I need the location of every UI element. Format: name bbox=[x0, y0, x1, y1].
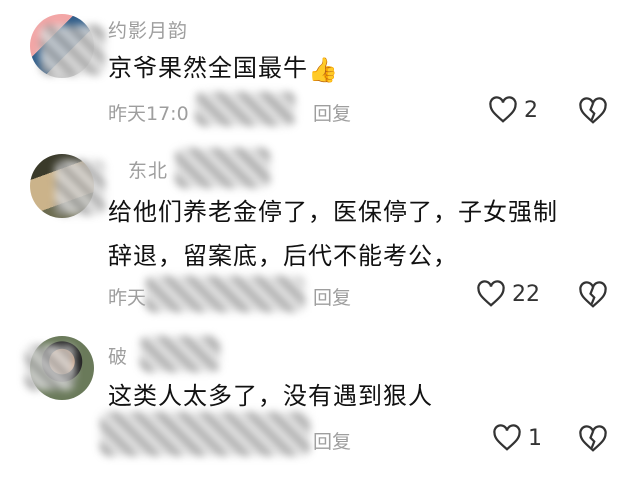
comment-meta: 昨天 回复 bbox=[108, 283, 351, 310]
reply-button[interactable]: 回复 bbox=[313, 283, 351, 310]
like-button[interactable]: 2 bbox=[488, 96, 538, 124]
username-blur bbox=[140, 336, 220, 372]
like-count: 1 bbox=[528, 425, 542, 451]
timestamp-blur bbox=[145, 276, 305, 312]
avatar-blur bbox=[55, 160, 105, 215]
like-count: 22 bbox=[512, 281, 540, 307]
like-count: 2 bbox=[524, 97, 538, 123]
broken-heart-icon[interactable] bbox=[578, 424, 608, 454]
reply-button[interactable]: 回复 bbox=[313, 427, 351, 454]
comment-text: 给他们养老金停了，医保停了，子女强制 辞退，留案底，后代不能考公， bbox=[108, 190, 608, 278]
timestamp-blur bbox=[100, 412, 310, 456]
heart-outline-icon bbox=[493, 424, 521, 451]
comment-text-line: 辞退，留案底，后代不能考公， bbox=[108, 242, 458, 270]
like-button[interactable]: 22 bbox=[476, 280, 540, 308]
username[interactable]: 破 bbox=[108, 342, 128, 369]
comment-meta: 昨天17:0 回复 bbox=[108, 99, 351, 126]
timestamp: 昨天 bbox=[108, 287, 147, 309]
comment-3: 破 这类人太多了，没有遇到狠人 回复 1 bbox=[0, 320, 640, 479]
comment-text-body: 京爷果然全国最牛 bbox=[108, 54, 308, 82]
comment-text: 京爷果然全国最牛👍 bbox=[108, 46, 608, 92]
broken-heart-icon[interactable] bbox=[578, 96, 608, 126]
comment-text-line: 给他们养老金停了，医保停了，子女强制 bbox=[108, 198, 558, 226]
username[interactable]: 约影月韵 bbox=[108, 16, 188, 43]
comment-1: 约影月韵 京爷果然全国最牛👍 昨天17:0 回复 2 bbox=[0, 0, 640, 140]
timestamp-blur bbox=[195, 92, 295, 126]
comment-text-body: 这类人太多了，没有遇到狠人 bbox=[108, 382, 433, 410]
comment-2: 东北 给他们养老金停了，医保停了，子女强制 辞退，留案底，后代不能考公， 昨天 … bbox=[0, 140, 640, 320]
reply-button[interactable]: 回复 bbox=[313, 99, 351, 126]
like-button[interactable]: 1 bbox=[492, 424, 542, 452]
timestamp: 昨天17:0 bbox=[108, 103, 189, 125]
avatar-blur bbox=[25, 345, 75, 390]
heart-outline-icon bbox=[477, 280, 505, 307]
thumbs-up-emoji: 👍 bbox=[308, 56, 339, 84]
broken-heart-icon[interactable] bbox=[578, 280, 608, 310]
username-blur bbox=[175, 148, 270, 188]
heart-outline-icon bbox=[489, 96, 517, 123]
username[interactable]: 东北 bbox=[128, 156, 168, 183]
avatar-blur bbox=[40, 25, 105, 75]
